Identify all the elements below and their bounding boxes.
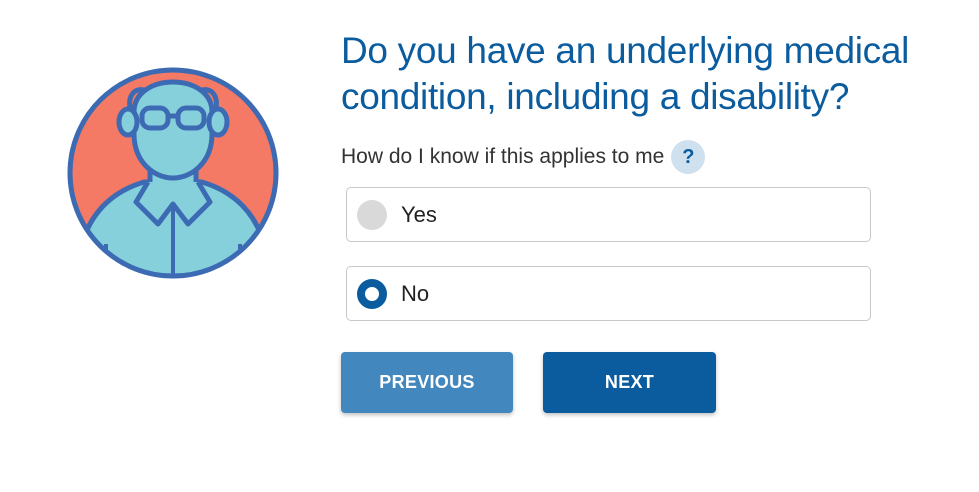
option-yes[interactable]: Yes — [346, 187, 871, 242]
previous-button[interactable]: PREVIOUS — [341, 352, 513, 413]
option-yes-label: Yes — [401, 201, 437, 227]
answer-options: Yes No — [341, 187, 961, 321]
person-with-glasses-icon — [67, 67, 279, 279]
page: Do you have an underlying medical condit… — [0, 0, 979, 492]
help-text[interactable]: How do I know if this applies to me — [341, 145, 664, 169]
option-no[interactable]: No — [346, 266, 871, 321]
radio-yes[interactable] — [357, 199, 387, 230]
question-panel: Do you have an underlying medical condit… — [341, 28, 961, 413]
radio-no[interactable] — [357, 278, 387, 309]
option-no-label: No — [401, 280, 430, 306]
next-button[interactable]: NEXT — [543, 352, 716, 413]
navigation-buttons: PREVIOUS NEXT — [341, 352, 961, 413]
question-title: Do you have an underlying medical condit… — [341, 30, 910, 117]
help-row: How do I know if this applies to me ? — [341, 140, 961, 174]
question-mark-icon[interactable]: ? — [671, 140, 706, 174]
